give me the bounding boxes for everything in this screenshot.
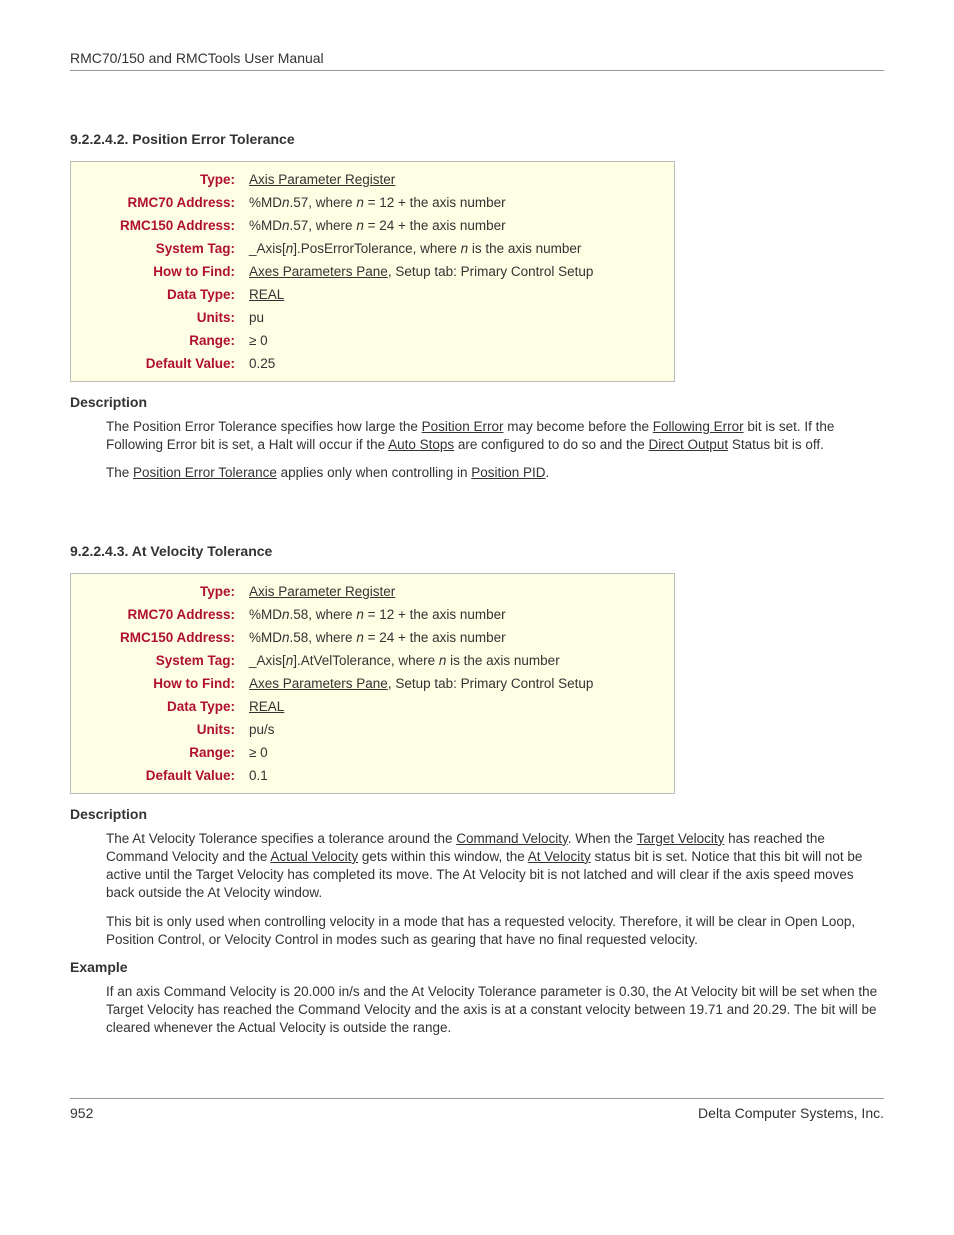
value-rmc70: %MDn.57, where n = 12 + the axis number <box>249 195 670 210</box>
label-howto: How to Find: <box>75 676 249 691</box>
label-dtype: Data Type: <box>75 287 249 302</box>
link-position-error[interactable]: Position Error <box>422 419 504 434</box>
link-axes-param-pane[interactable]: Axes Parameters Pane <box>249 264 388 279</box>
row-dtype: Data Type: REAL <box>75 695 670 718</box>
desc2-p2: This bit is only used when controlling v… <box>106 913 884 949</box>
row-default: Default Value: 0.25 <box>75 352 670 375</box>
row-rmc150: RMC150 Address: %MDn.58, where n = 24 + … <box>75 626 670 649</box>
label-systag: System Tag: <box>75 653 249 668</box>
link-real[interactable]: REAL <box>249 699 284 714</box>
link-axis-param-reg[interactable]: Axis Parameter Register <box>249 172 395 187</box>
param-table-2: Type: Axis Parameter Register RMC70 Addr… <box>70 573 675 794</box>
value-units: pu/s <box>249 722 670 737</box>
row-dtype: Data Type: REAL <box>75 283 670 306</box>
label-units: Units: <box>75 310 249 325</box>
value-rmc70: %MDn.58, where n = 12 + the axis number <box>249 607 670 622</box>
label-rmc150: RMC150 Address: <box>75 218 249 233</box>
row-howto: How to Find: Axes Parameters Pane, Setup… <box>75 672 670 695</box>
page-content: RMC70/150 and RMCTools User Manual 9.2.2… <box>0 0 954 1161</box>
row-systag: System Tag: _Axis[n].PosErrorTolerance, … <box>75 237 670 260</box>
row-units: Units: pu/s <box>75 718 670 741</box>
value-dtype: REAL <box>249 699 670 714</box>
section-title-2: 9.2.2.4.3. At Velocity Tolerance <box>70 543 884 559</box>
label-range: Range: <box>75 745 249 760</box>
label-type: Type: <box>75 172 249 187</box>
label-default: Default Value: <box>75 356 249 371</box>
value-default: 0.1 <box>249 768 670 783</box>
link-axis-param-reg[interactable]: Axis Parameter Register <box>249 584 395 599</box>
link-position-pid[interactable]: Position PID <box>471 465 545 480</box>
label-howto: How to Find: <box>75 264 249 279</box>
desc-heading-1: Description <box>70 394 884 410</box>
link-following-error[interactable]: Following Error <box>653 419 744 434</box>
row-range: Range: ≥ 0 <box>75 329 670 352</box>
link-at-velocity[interactable]: At Velocity <box>528 849 591 864</box>
label-range: Range: <box>75 333 249 348</box>
link-direct-output[interactable]: Direct Output <box>649 437 729 452</box>
value-dtype: REAL <box>249 287 670 302</box>
value-rmc150: %MDn.58, where n = 24 + the axis number <box>249 630 670 645</box>
desc-p2: The Position Error Tolerance applies onl… <box>106 464 884 482</box>
row-systag: System Tag: _Axis[n].AtVelTolerance, whe… <box>75 649 670 672</box>
page-footer: 952 Delta Computer Systems, Inc. <box>70 1098 884 1121</box>
value-rmc150: %MDn.57, where n = 24 + the axis number <box>249 218 670 233</box>
desc2-p1: The At Velocity Tolerance specifies a to… <box>106 830 884 903</box>
value-range: ≥ 0 <box>249 333 670 348</box>
link-actual-velocity[interactable]: Actual Velocity <box>270 849 358 864</box>
row-rmc150: RMC150 Address: %MDn.57, where n = 24 + … <box>75 214 670 237</box>
row-rmc70: RMC70 Address: %MDn.58, where n = 12 + t… <box>75 603 670 626</box>
page-number: 952 <box>70 1105 93 1121</box>
value-systag: _Axis[n].PosErrorTolerance, where n is t… <box>249 241 670 256</box>
row-type: Type: Axis Parameter Register <box>75 168 670 191</box>
label-type: Type: <box>75 584 249 599</box>
value-type: Axis Parameter Register <box>249 584 670 599</box>
label-rmc70: RMC70 Address: <box>75 607 249 622</box>
label-dtype: Data Type: <box>75 699 249 714</box>
link-auto-stops[interactable]: Auto Stops <box>388 437 454 452</box>
section-title-1: 9.2.2.4.2. Position Error Tolerance <box>70 131 884 147</box>
desc-heading-2: Description <box>70 806 884 822</box>
link-axes-param-pane[interactable]: Axes Parameters Pane <box>249 676 388 691</box>
value-units: pu <box>249 310 670 325</box>
row-range: Range: ≥ 0 <box>75 741 670 764</box>
link-target-velocity[interactable]: Target Velocity <box>637 831 725 846</box>
value-systag: _Axis[n].AtVelTolerance, where n is the … <box>249 653 670 668</box>
label-rmc150: RMC150 Address: <box>75 630 249 645</box>
value-default: 0.25 <box>249 356 670 371</box>
row-type: Type: Axis Parameter Register <box>75 580 670 603</box>
param-table-1: Type: Axis Parameter Register RMC70 Addr… <box>70 161 675 382</box>
label-systag: System Tag: <box>75 241 249 256</box>
footer-company: Delta Computer Systems, Inc. <box>698 1105 884 1121</box>
example-heading: Example <box>70 959 884 975</box>
value-range: ≥ 0 <box>249 745 670 760</box>
value-howto: Axes Parameters Pane, Setup tab: Primary… <box>249 264 670 279</box>
example-body: If an axis Command Velocity is 20.000 in… <box>106 983 884 1038</box>
row-default: Default Value: 0.1 <box>75 764 670 787</box>
link-pos-err-tol[interactable]: Position Error Tolerance <box>133 465 277 480</box>
label-default: Default Value: <box>75 768 249 783</box>
label-units: Units: <box>75 722 249 737</box>
value-howto: Axes Parameters Pane, Setup tab: Primary… <box>249 676 670 691</box>
row-units: Units: pu <box>75 306 670 329</box>
desc-p1: The Position Error Tolerance specifies h… <box>106 418 884 454</box>
label-rmc70: RMC70 Address: <box>75 195 249 210</box>
row-howto: How to Find: Axes Parameters Pane, Setup… <box>75 260 670 283</box>
page-header: RMC70/150 and RMCTools User Manual <box>70 50 884 71</box>
row-rmc70: RMC70 Address: %MDn.57, where n = 12 + t… <box>75 191 670 214</box>
link-real[interactable]: REAL <box>249 287 284 302</box>
link-command-velocity[interactable]: Command Velocity <box>456 831 568 846</box>
value-type: Axis Parameter Register <box>249 172 670 187</box>
